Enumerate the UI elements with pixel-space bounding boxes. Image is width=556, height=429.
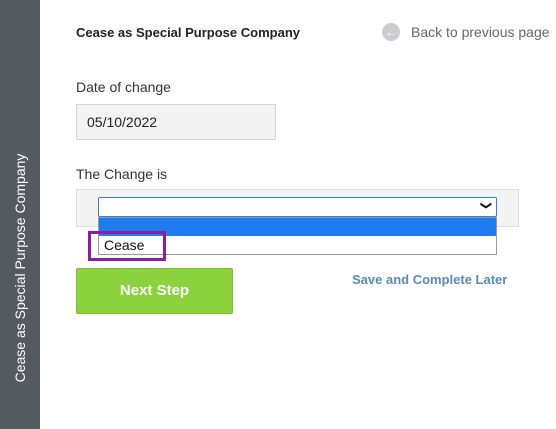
- sidebar-label: Cease as Special Purpose Company: [12, 153, 28, 383]
- date-of-change-label: Date of change: [76, 79, 171, 95]
- page-title: Cease as Special Purpose Company: [76, 25, 300, 40]
- page: Cease as Special Purpose Company Cease a…: [0, 0, 556, 429]
- date-of-change-field[interactable]: 05/10/2022: [76, 104, 276, 140]
- arrow-left-circle-icon: ←: [382, 23, 400, 41]
- back-link[interactable]: ← Back to previous page: [382, 23, 550, 41]
- next-step-button[interactable]: Next Step: [76, 268, 233, 314]
- chevron-down-icon: ❯: [479, 200, 492, 211]
- back-link-label: Back to previous page: [411, 24, 550, 40]
- selection-highlight-outline: [88, 231, 166, 261]
- sidebar: Cease as Special Purpose Company: [0, 0, 40, 429]
- change-is-label: The Change is: [76, 166, 168, 182]
- change-select[interactable]: ❯: [98, 197, 497, 217]
- save-and-complete-later-link[interactable]: Save and Complete Later: [352, 272, 507, 287]
